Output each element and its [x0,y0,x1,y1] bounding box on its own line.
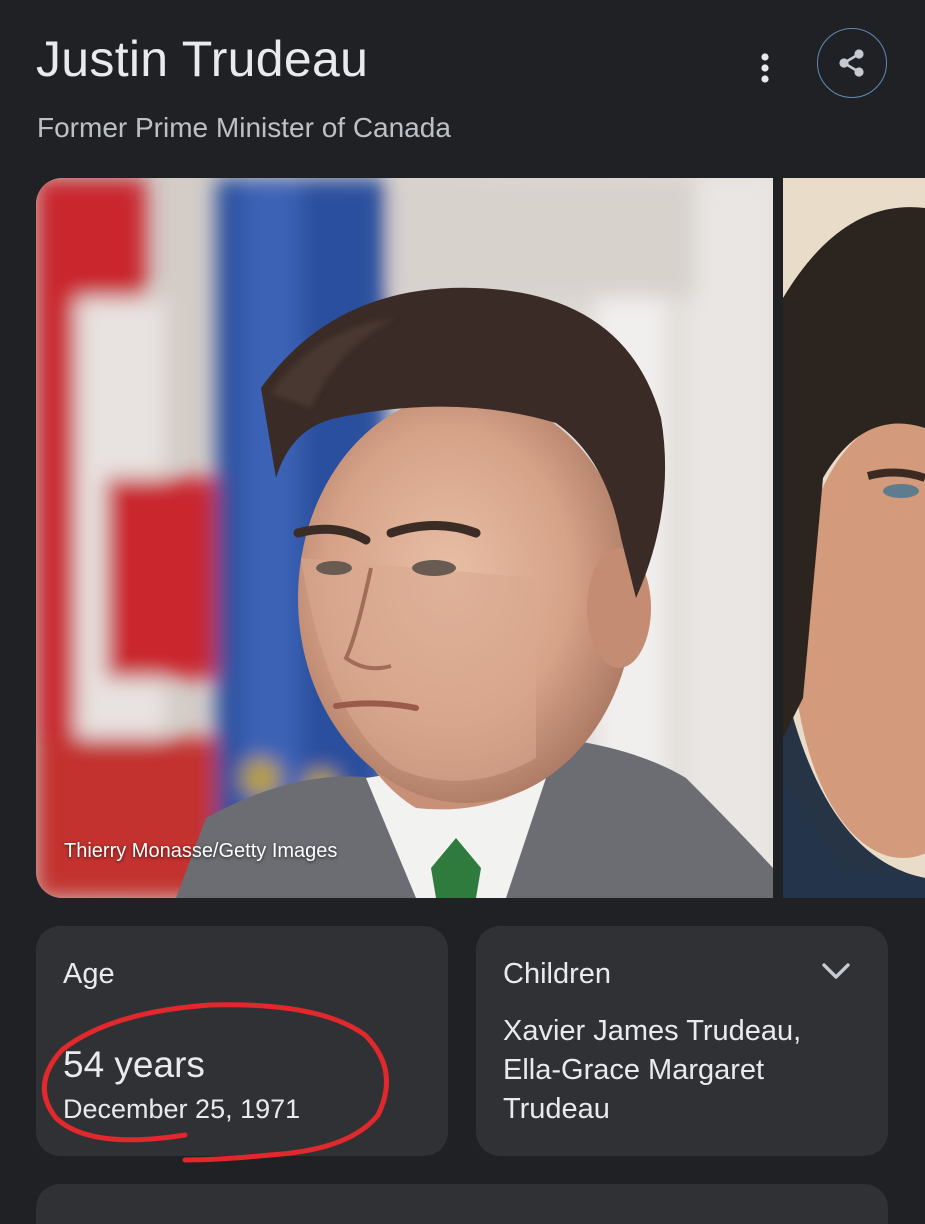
portrait-photo[interactable] [36,178,773,898]
children-label: Children [503,958,611,990]
page-title: Justin Trudeau [36,31,369,87]
children-names: Xavier James Trudeau, Ella-Grace Margare… [503,1015,802,1125]
chevron-down-icon[interactable] [820,959,852,983]
more-options-button[interactable] [744,48,786,88]
second-portrait-photo[interactable] [783,178,925,898]
photo-credit: Thierry Monasse/Getty Images [64,840,338,862]
children-card[interactable]: Children Xavier James Trudeau, Ella-Grac… [476,926,888,1156]
next-info-card[interactable] [36,1184,888,1224]
share-icon [839,49,864,77]
age-value: 54 years [63,1044,205,1085]
age-label: Age [63,958,115,990]
page-subtitle: Former Prime Minister of Canada [37,112,451,143]
more-vert-icon [761,53,769,83]
birth-date: December 25, 1971 [63,1094,301,1124]
age-card[interactable]: Age 54 years December 25, 1971 [36,926,448,1156]
share-button[interactable] [817,28,887,98]
second-portrait-image [783,178,925,898]
portrait-image [36,178,773,898]
